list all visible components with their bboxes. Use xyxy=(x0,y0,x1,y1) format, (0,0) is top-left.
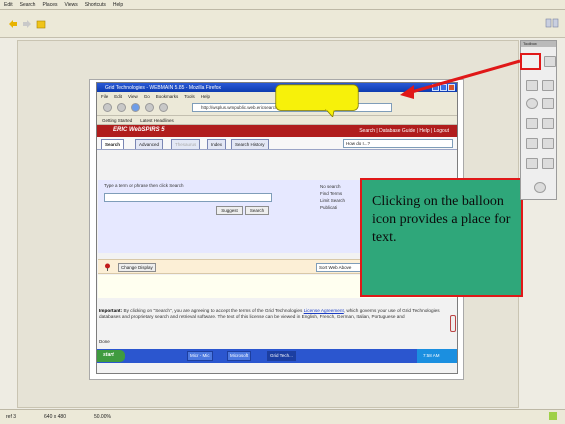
stamp-tool-icon[interactable] xyxy=(526,118,538,129)
callout-text: Clicking on the balloon icon provides a … xyxy=(372,194,511,245)
image-tool-icon[interactable] xyxy=(542,98,554,109)
tab-advanced[interactable]: Advanced xyxy=(135,139,164,149)
menu-help[interactable]: Help xyxy=(113,2,123,8)
callout-box: Clicking on the balloon icon provides a … xyxy=(360,178,523,297)
legal-notice: Important: By clicking on "Search", you … xyxy=(99,308,452,320)
eric-nav-links[interactable]: Search | Database Guide | Help | Logout xyxy=(359,128,449,134)
menu-bar: Edit Search Places Views Shortcuts Help xyxy=(0,0,565,10)
task-item-3[interactable]: Grid Tech... xyxy=(267,351,296,361)
resize-grip-icon[interactable] xyxy=(549,412,557,420)
status-page: ref 3 xyxy=(6,414,17,420)
license-link[interactable]: License Agreement xyxy=(304,308,344,313)
folder-icon[interactable] xyxy=(36,19,46,29)
balloon-tool-highlight[interactable] xyxy=(520,53,541,70)
browser-status: Done xyxy=(99,339,110,344)
back-arrow-icon[interactable] xyxy=(8,19,18,29)
menu-places[interactable]: Places xyxy=(42,2,57,8)
menu-views[interactable]: Views xyxy=(64,2,77,8)
status-bar: ref 3 640 x 480 50.00% xyxy=(0,409,565,424)
highlight-tool-icon[interactable] xyxy=(542,138,554,149)
clock: 7:58 AM xyxy=(423,353,440,358)
link-getting-started[interactable]: Getting Started xyxy=(102,118,132,123)
bookmarks-toolbar: Getting Started Latest Headlines xyxy=(97,116,457,125)
back-icon[interactable] xyxy=(103,103,112,112)
pencil-tool-icon[interactable] xyxy=(526,138,538,149)
forward-icon[interactable] xyxy=(117,103,126,112)
browser-menu-help[interactable]: Help xyxy=(201,94,210,99)
browser-menu-bookmarks[interactable]: Bookmarks xyxy=(156,94,179,99)
option-limit-search[interactable]: Limit Search xyxy=(320,197,345,204)
home-icon[interactable] xyxy=(159,103,168,112)
text-tool-icon[interactable] xyxy=(526,80,538,91)
application-window: Edit Search Places Views Shortcuts Help … xyxy=(0,0,565,424)
option-find-terms[interactable]: Find Terms xyxy=(320,190,345,197)
legal-bold: Important: xyxy=(99,308,123,313)
suggest-button[interactable]: Suggest xyxy=(216,206,243,215)
task-item-2[interactable]: Microsoft xyxy=(227,351,252,361)
note-tool-icon[interactable] xyxy=(544,56,556,67)
grid-tool-icon[interactable] xyxy=(542,118,554,129)
maximize-icon[interactable] xyxy=(440,84,447,91)
browser-menu-go[interactable]: Go xyxy=(144,94,150,99)
search-options: No search Find Terms Limit Search Public… xyxy=(320,183,345,211)
scrollbar-thumb[interactable] xyxy=(450,315,456,332)
option-no-search: No search xyxy=(320,184,341,189)
line-tool-icon[interactable] xyxy=(526,158,538,169)
close-icon[interactable] xyxy=(448,84,455,91)
pin-icon xyxy=(105,263,110,271)
eric-logo: ERIC WebSPIRS 5 xyxy=(113,127,165,133)
tab-index[interactable]: Index xyxy=(207,139,227,149)
stop-icon[interactable] xyxy=(145,103,154,112)
tab-search[interactable]: Search xyxy=(101,139,125,149)
panel-header: Toolbox xyxy=(521,41,556,47)
task-item-1[interactable]: Micr - Mic xyxy=(187,351,213,361)
eric-header: ERIC WebSPIRS 5 Search | Database Guide … xyxy=(97,125,457,137)
search-button[interactable]: Search xyxy=(245,206,269,215)
tab-thesaurus[interactable]: Thesaurus xyxy=(171,139,201,149)
windows-taskbar: start Micr - Mic Microsoft Grid Tech... … xyxy=(97,349,457,363)
search-tabs: Search Advanced Thesaurus Index Search H… xyxy=(97,137,457,150)
reload-icon[interactable] xyxy=(131,103,140,112)
select-tool-icon[interactable] xyxy=(542,80,554,91)
window-buttons xyxy=(432,84,455,91)
status-zoom: 50.00% xyxy=(93,414,111,420)
minimize-icon[interactable] xyxy=(432,84,439,91)
status-size: 640 x 480 xyxy=(44,414,66,420)
legal-text: By clicking on "Search", you are agreein… xyxy=(122,308,304,313)
tab-search-history[interactable]: Search History xyxy=(231,139,269,149)
system-tray: 7:58 AM xyxy=(417,349,457,363)
browser-menu-tools[interactable]: Tools xyxy=(184,94,195,99)
fit-view-icon[interactable] xyxy=(545,17,559,29)
how-do-i-select[interactable]: How do I...? xyxy=(343,139,453,148)
browser-menu-view[interactable]: View xyxy=(128,94,138,99)
eraser-tool-icon[interactable] xyxy=(542,158,554,169)
browser-menu-edit[interactable]: Edit xyxy=(114,94,122,99)
ellipse-tool-icon[interactable] xyxy=(526,98,538,109)
forward-arrow-icon[interactable] xyxy=(22,19,32,29)
link-latest-headlines[interactable]: Latest Headlines xyxy=(140,118,174,123)
balloon-annotation[interactable] xyxy=(266,84,368,117)
option-publication[interactable]: Publicati xyxy=(320,204,345,211)
browser-menu-file[interactable]: File xyxy=(101,94,108,99)
search-input[interactable] xyxy=(104,193,272,202)
toolbar xyxy=(0,10,565,38)
menu-shortcuts[interactable]: Shortcuts xyxy=(85,2,106,8)
search-hint: Type a term or phrase then click Search xyxy=(104,183,184,188)
browser-title: Grid Technologies - WEBMAIN 5.85 - Mozil… xyxy=(105,84,222,91)
start-button[interactable]: start xyxy=(97,350,125,362)
change-display-button[interactable]: Change Display xyxy=(118,263,156,272)
settings-icon[interactable] xyxy=(534,182,546,193)
menu-edit[interactable]: Edit xyxy=(4,2,13,8)
menu-search[interactable]: Search xyxy=(20,2,36,8)
